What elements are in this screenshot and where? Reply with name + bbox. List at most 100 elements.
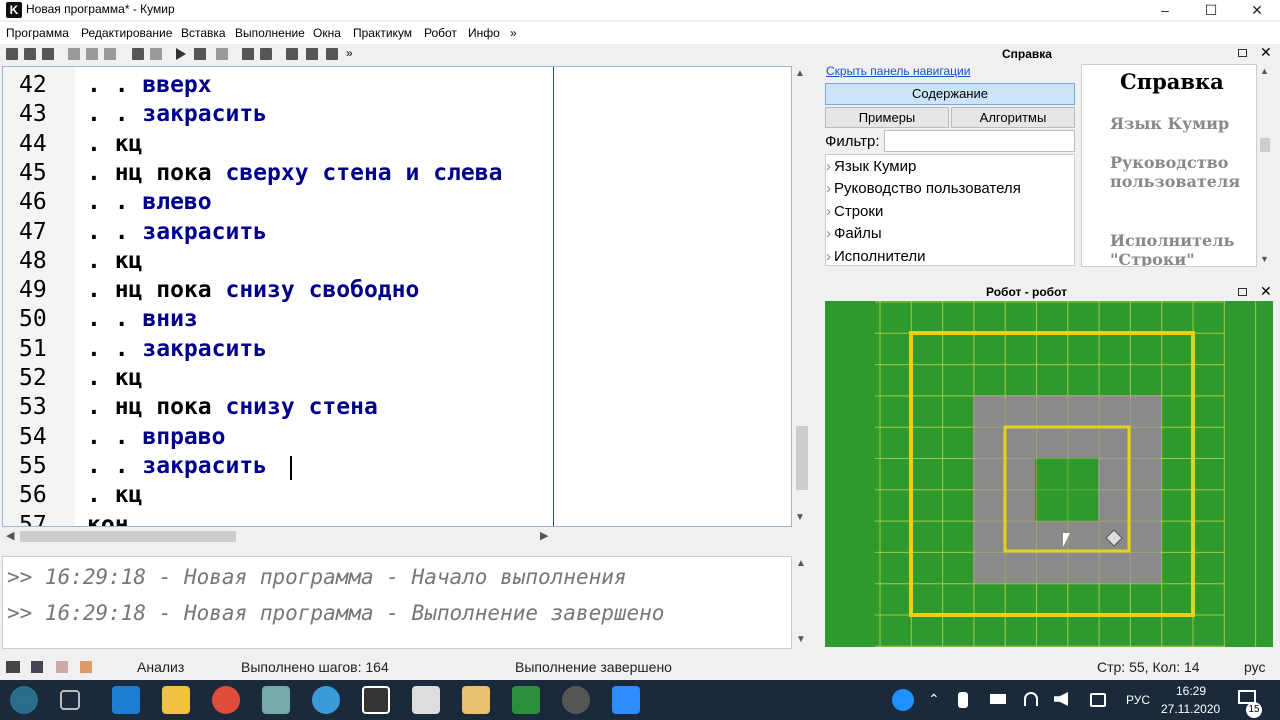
- obs-icon[interactable]: [562, 686, 590, 714]
- output-console[interactable]: >> 16:29:18 - Новая программа - Начало в…: [2, 556, 792, 649]
- stop-icon[interactable]: [216, 48, 228, 60]
- app-icon[interactable]: [262, 686, 290, 714]
- tray-date[interactable]: 27.11.2020: [1161, 702, 1220, 716]
- explorer-icon[interactable]: [162, 686, 190, 714]
- paste-icon[interactable]: [104, 48, 116, 60]
- tray-expand-icon[interactable]: ⌃: [928, 691, 940, 708]
- kumir-taskbar-icon[interactable]: [362, 686, 390, 714]
- redo-icon[interactable]: [150, 48, 162, 60]
- h-scroll-thumb[interactable]: [20, 531, 236, 542]
- scroll-up-icon[interactable]: ▲: [1260, 66, 1269, 76]
- task-view-icon[interactable]: [60, 690, 80, 710]
- undo-icon[interactable]: [132, 48, 144, 60]
- scroll-thumb[interactable]: [796, 426, 808, 490]
- robot-field[interactable]: [825, 301, 1273, 647]
- editor-horizontal-scrollbar[interactable]: ◀ ▶: [2, 528, 552, 545]
- hide-navigation-link[interactable]: Скрыть панель навигации: [826, 64, 970, 78]
- chrome-icon[interactable]: [212, 686, 240, 714]
- tree-item-performers[interactable]: Исполнители: [826, 248, 925, 265]
- robot-panel-header: Робот - робот ✕: [820, 282, 1280, 302]
- abc-app-icon[interactable]: [412, 686, 440, 714]
- menu-windows[interactable]: Окна: [313, 26, 341, 40]
- tree-item-language[interactable]: Язык Кумир: [826, 158, 916, 175]
- close-panel-icon[interactable]: ✕: [1260, 283, 1272, 300]
- run-icon[interactable]: [176, 48, 186, 60]
- scroll-down-icon[interactable]: ▼: [795, 512, 805, 523]
- editor-vertical-scrollbar[interactable]: ▲ ▼: [793, 66, 811, 527]
- scroll-down-icon[interactable]: ▼: [1260, 254, 1269, 264]
- close-panel-icon[interactable]: ✕: [1260, 44, 1272, 61]
- open-file-icon[interactable]: [24, 48, 36, 60]
- layout-1-icon[interactable]: [286, 48, 298, 60]
- undock-icon[interactable]: [1238, 49, 1247, 57]
- close-button[interactable]: ✕: [1234, 0, 1280, 20]
- algorithms-button[interactable]: Алгоритмы: [951, 107, 1075, 128]
- new-file-icon[interactable]: [6, 48, 18, 60]
- scroll-up-icon[interactable]: ▲: [796, 558, 806, 569]
- undock-icon[interactable]: [1238, 288, 1247, 296]
- code-line: . нц пока снизу стена: [87, 394, 378, 420]
- help-tray-icon[interactable]: [892, 689, 914, 711]
- cut-icon[interactable]: [68, 48, 80, 60]
- step-into-icon[interactable]: [260, 48, 272, 60]
- menu-run[interactable]: Выполнение: [235, 26, 305, 40]
- edge-icon[interactable]: [112, 686, 140, 714]
- save-icon[interactable]: [42, 48, 54, 60]
- edit-icon[interactable]: [80, 661, 92, 673]
- windows-taskbar: ⌃ РУС 16:29 27.11.2020 15: [0, 680, 1280, 720]
- code-line: . кц: [87, 131, 142, 157]
- notes-icon[interactable]: [56, 661, 68, 673]
- help-link-user-guide[interactable]: Руководство пользователя: [1110, 153, 1240, 191]
- console-scrollbar[interactable]: ▲ ▼: [793, 556, 811, 649]
- indent-dots: .: [87, 365, 115, 391]
- kumir-app-icon: K: [6, 2, 22, 18]
- minimize-button[interactable]: –: [1142, 0, 1188, 20]
- wifi-icon[interactable]: [1024, 692, 1038, 706]
- tree-item-user-guide[interactable]: Руководство пользователя: [826, 180, 1021, 197]
- step-run-icon[interactable]: [194, 48, 206, 60]
- notepad-icon[interactable]: [462, 686, 490, 714]
- contents-button[interactable]: Содержание: [825, 83, 1075, 105]
- scroll-thumb[interactable]: [1260, 138, 1270, 152]
- volume-icon[interactable]: [1054, 692, 1068, 706]
- code-line: . нц пока сверху стена и слева: [87, 160, 502, 186]
- scroll-right-icon[interactable]: ▶: [540, 529, 548, 542]
- menu-robot[interactable]: Робот: [424, 26, 457, 40]
- console-toggle-icon[interactable]: [6, 661, 20, 673]
- tray-language[interactable]: РУС: [1126, 693, 1150, 707]
- help-content-scrollbar[interactable]: ▲ ▼: [1258, 64, 1272, 267]
- pen-icon[interactable]: [1090, 693, 1106, 707]
- filter-input[interactable]: [884, 130, 1075, 152]
- window-title: Новая программа* - Кумир: [26, 2, 175, 16]
- save-state-icon[interactable]: [31, 661, 43, 673]
- help-link-language[interactable]: Язык Кумир: [1110, 114, 1229, 133]
- maximize-button[interactable]: ☐: [1188, 0, 1234, 20]
- tree-item-strings[interactable]: Строки: [826, 203, 883, 220]
- start-icon[interactable]: [10, 686, 38, 714]
- microphone-icon[interactable]: [958, 692, 968, 708]
- menu-edit[interactable]: Редактирование: [81, 26, 172, 40]
- pycharm-icon[interactable]: [512, 686, 540, 714]
- battery-icon[interactable]: [990, 694, 1006, 704]
- toolbar-overflow-button[interactable]: »: [346, 46, 353, 60]
- layout-2-icon[interactable]: [306, 48, 318, 60]
- help-link-strings[interactable]: Исполнитель "Строки": [1110, 231, 1234, 266]
- layout-3-icon[interactable]: [326, 48, 338, 60]
- code-line: . нц пока снизу свободно: [87, 277, 419, 303]
- code-editor[interactable]: 42. . вверх 43. . закрасить 44. кц 45. нц п…: [2, 66, 792, 527]
- tree-item-files[interactable]: Файлы: [826, 225, 882, 242]
- copy-icon[interactable]: [86, 48, 98, 60]
- thunderbird-icon[interactable]: [312, 686, 340, 714]
- scroll-up-icon[interactable]: ▲: [795, 68, 805, 79]
- menu-info[interactable]: Инфо: [468, 26, 500, 40]
- step-over-icon[interactable]: [242, 48, 254, 60]
- examples-button[interactable]: Примеры: [825, 107, 949, 128]
- scroll-left-icon[interactable]: ◀: [6, 529, 14, 542]
- tray-time[interactable]: 16:29: [1176, 684, 1206, 698]
- menu-program[interactable]: Программа: [6, 26, 69, 40]
- scroll-down-icon[interactable]: ▼: [796, 634, 806, 645]
- menu-insert[interactable]: Вставка: [181, 26, 226, 40]
- zoom-icon[interactable]: [612, 686, 640, 714]
- menu-overflow[interactable]: »: [510, 26, 517, 40]
- menu-practicum[interactable]: Практикум: [353, 26, 412, 40]
